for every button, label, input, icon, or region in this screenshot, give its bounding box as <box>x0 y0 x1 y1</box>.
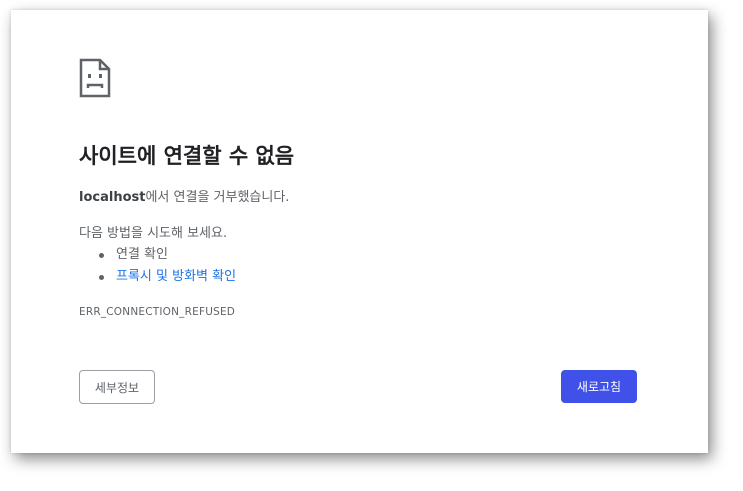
error-host: localhost <box>79 190 146 205</box>
sad-page-icon <box>79 58 111 98</box>
details-button[interactable]: 세부정보 <box>79 370 155 404</box>
error-title: 사이트에 연결할 수 없음 <box>79 144 295 168</box>
suggestion-check-connection: 연결 확인 <box>79 244 236 266</box>
browser-error-page: 사이트에 연결할 수 없음 localhost에서 연결을 거부했습니다. 다음… <box>11 10 708 453</box>
reload-button[interactable]: 새로고침 <box>561 370 637 403</box>
error-code: ERR_CONNECTION_REFUSED <box>79 306 236 318</box>
error-message: 에서 연결을 거부했습니다. <box>145 190 290 205</box>
suggestion-check-proxy-firewall-link[interactable]: 프록시 및 방화벽 확인 <box>79 266 236 288</box>
error-detail: localhost에서 연결을 거부했습니다. <box>79 186 289 205</box>
suggestions-heading: 다음 방법을 시도해 보세요. <box>79 226 228 241</box>
suggestions-list: 연결 확인 프록시 및 방화벽 확인 <box>79 244 236 288</box>
